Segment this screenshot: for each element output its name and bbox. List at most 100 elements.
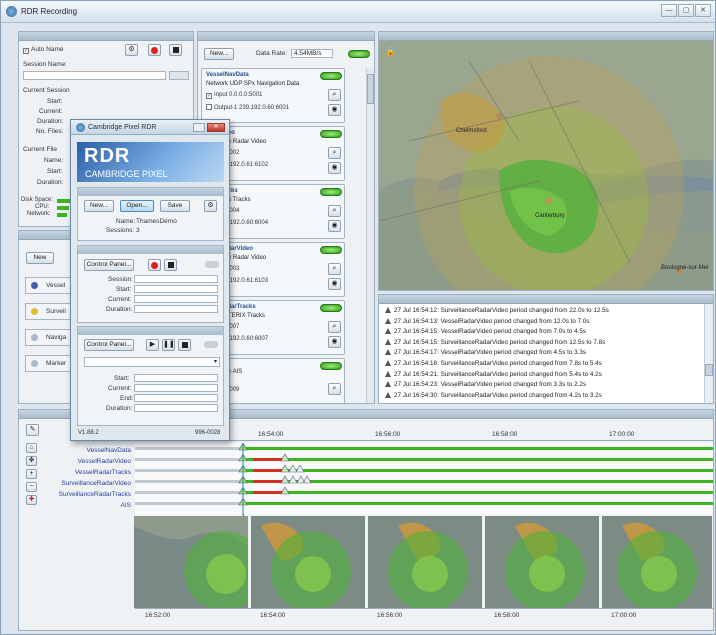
duration-field	[134, 305, 218, 313]
stop-icon	[181, 342, 188, 348]
scroll-thumb[interactable]	[705, 364, 713, 376]
card-zoom-button[interactable]: ⌕	[328, 383, 341, 395]
section-header	[78, 327, 223, 335]
scroll-thumb[interactable]	[367, 74, 374, 104]
stop-button[interactable]	[169, 44, 182, 56]
dialog-record-button[interactable]	[148, 259, 161, 271]
session-name-label: Session Name:	[23, 61, 68, 68]
card-output[interactable]: Output-1 239.192.0.60:6001	[206, 104, 289, 111]
settings-button[interactable]: ⚙	[125, 44, 138, 56]
track-names: VesselNavData VesselRadarVideo VesselRad…	[37, 447, 131, 514]
session-select[interactable]: ▾	[84, 357, 220, 367]
auto-name-checkbox[interactable]: ✓ Auto Name	[23, 46, 64, 54]
input-card[interactable]: VesselNavData Network UDP SPx Navigation…	[201, 68, 345, 123]
message-text: 27 Jul 16:54:21: SurveillanceRadarVideo …	[394, 370, 602, 378]
message-row: 27 Jul 16:54:15: VesselRadarVideo period…	[385, 328, 697, 339]
replay-duration-label: Duration:	[106, 405, 133, 412]
record-control-panel-button[interactable]: Control Panel...	[84, 259, 134, 271]
card-view-button[interactable]: ◉	[328, 104, 341, 116]
dialog-new-button[interactable]: New...	[84, 200, 114, 212]
card-zoom-button[interactable]: ⌕	[328, 205, 341, 217]
timeline-home-button[interactable]: ⌂	[26, 443, 37, 453]
card-zoom-button[interactable]: ⌕	[328, 147, 341, 159]
timeline-move-button[interactable]: ✥	[26, 456, 37, 466]
source-new-button[interactable]: New	[26, 252, 54, 264]
warning-icon	[385, 307, 391, 313]
thumbnail-image	[602, 516, 712, 608]
session-start-label: Start:	[47, 98, 63, 105]
message-row: 27 Jul 16:54:12: SurveillanceRadarVideo …	[385, 307, 697, 318]
pause-button[interactable]: ❚❚	[162, 339, 175, 351]
eye-icon: ◉	[331, 222, 338, 229]
tick-label: 16:54:00	[260, 612, 286, 619]
file-name-label: Name:	[44, 157, 64, 164]
replay-stop-button[interactable]	[178, 339, 191, 351]
gear-icon: ⚙	[207, 202, 214, 209]
dialog-stop-button[interactable]	[164, 259, 177, 271]
magnifier-icon: ⌕	[332, 385, 337, 392]
inputs-scrollbar[interactable]	[366, 68, 374, 403]
dialog-settings-button[interactable]: ⚙	[204, 200, 217, 212]
dialog-open-button[interactable]: Open...	[120, 200, 154, 212]
start-label: Start:	[116, 286, 132, 293]
sessions-label: Sessions:	[106, 227, 135, 234]
track-label: SurveillanceRadarVideo	[61, 480, 131, 487]
session-name-button[interactable]	[169, 71, 189, 80]
card-zoom-button[interactable]: ⌕	[328, 263, 341, 275]
record-button[interactable]	[148, 44, 161, 56]
thumbnail[interactable]	[368, 516, 482, 608]
sessions-value: 3	[136, 227, 140, 234]
track-label: VesselRadarTracks	[74, 469, 131, 476]
disk-space-bar	[57, 199, 71, 203]
maximize-button[interactable]: ▢	[678, 4, 694, 17]
replay-status-led	[204, 341, 218, 348]
stop-icon	[167, 262, 174, 268]
lock-icon[interactable]: 🔒	[385, 46, 396, 57]
message-text: 27 Jul 16:54:12: SurveillanceRadarVideo …	[394, 307, 609, 314]
project-name-label: Name:	[116, 218, 136, 225]
warning-icon	[385, 338, 391, 345]
app-icon	[6, 6, 17, 17]
card-input-text: Input 0.0.0.0:5001	[214, 92, 263, 98]
timeline-zoom-in-button[interactable]: +	[26, 469, 37, 479]
auto-name-label: Auto Name	[31, 46, 64, 53]
thumbnail[interactable]	[251, 516, 365, 608]
close-button[interactable]: ✕	[695, 4, 711, 17]
source-label: Vessel	[46, 282, 66, 289]
thumbnail[interactable]	[134, 516, 248, 608]
dialog-save-button[interactable]: Save	[160, 200, 190, 212]
play-button[interactable]: ▶	[146, 339, 159, 351]
replay-current-field	[134, 384, 218, 392]
timeline-tracks[interactable]	[135, 443, 713, 515]
timeline-zoom-out-button[interactable]: −	[26, 482, 37, 492]
version-label: V1.88.2	[78, 430, 99, 436]
message-text: 27 Jul 16:54:13: VesselRadarVideo period…	[394, 317, 590, 325]
thumbnail[interactable]	[602, 516, 712, 608]
dialog-title-bar[interactable]: Cambridge Pixel RDR ✕	[71, 120, 229, 135]
dialog-close-button[interactable]: ✕	[207, 123, 225, 132]
timeline-edit-button[interactable]: ✎	[26, 424, 39, 436]
card-view-button[interactable]: ◉	[328, 162, 341, 174]
eye-icon: ◉	[331, 106, 338, 113]
messages-scrollbar[interactable]	[704, 304, 713, 403]
session-name-input[interactable]	[23, 71, 166, 80]
card-view-button[interactable]: ◉	[328, 278, 341, 290]
card-view-button[interactable]: ◉	[328, 336, 341, 348]
message-text: 27 Jul 16:54:17: VesselRadarVideo period…	[394, 349, 587, 357]
radar-map[interactable]	[379, 41, 714, 291]
dialog-minimize-button[interactable]	[193, 123, 205, 132]
recording-panel-header	[19, 32, 193, 41]
card-view-button[interactable]: ◉	[328, 220, 341, 232]
thumbnail[interactable]	[485, 516, 599, 608]
thumbnail-image	[368, 516, 482, 608]
minimize-button[interactable]: —	[661, 4, 677, 17]
card-title: VesselNavData	[206, 72, 249, 78]
card-zoom-button[interactable]: ⌕	[328, 321, 341, 333]
timeline-marker-button[interactable]: ✚	[26, 495, 37, 505]
card-zoom-button[interactable]: ⌕	[328, 89, 341, 101]
file-duration-label: Duration:	[37, 179, 64, 186]
input-new-button[interactable]: New...	[204, 48, 234, 60]
replay-control-panel-button[interactable]: Control Panel...	[84, 339, 134, 351]
card-input[interactable]: ✓ Input 0.0.0.0:5001	[206, 92, 262, 99]
card-led	[320, 72, 342, 80]
